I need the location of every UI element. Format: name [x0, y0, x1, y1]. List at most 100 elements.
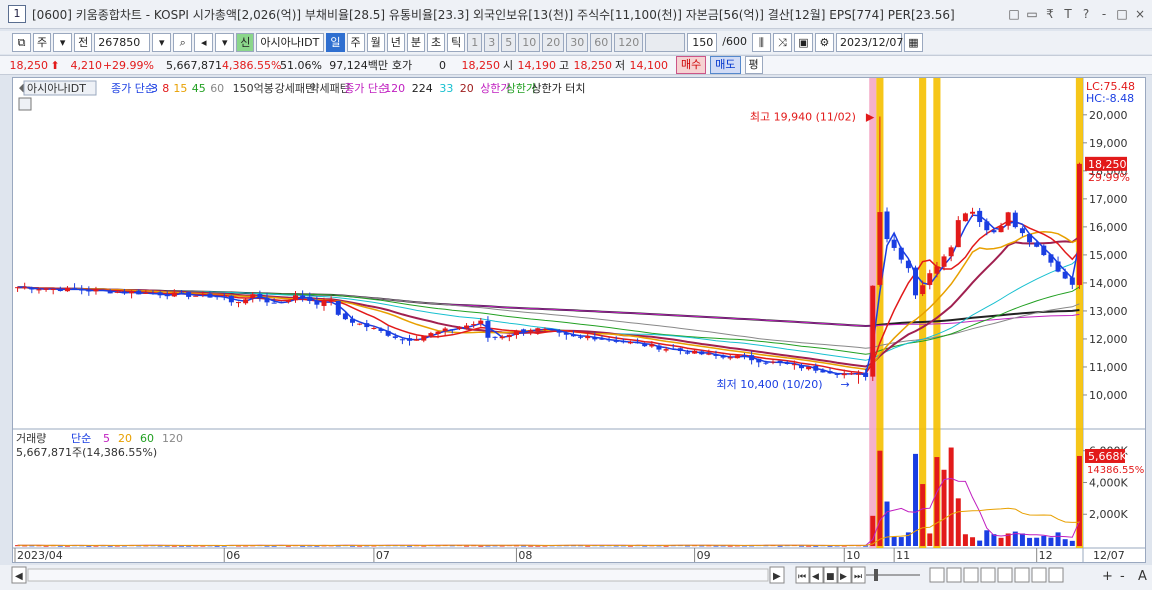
- candle-body: [877, 212, 883, 285]
- zoom-in-icon[interactable]: +: [1102, 569, 1113, 584]
- period-month[interactable]: 월: [366, 33, 385, 52]
- left-arrow-icon: ◀: [15, 571, 23, 582]
- legend-upper-touch[interactable]: 상한가 터치: [531, 82, 585, 95]
- date-input[interactable]: 2023/12/07: [835, 33, 903, 52]
- legend-ma2-224[interactable]: 224: [412, 82, 433, 95]
- buy-button[interactable]: 매수: [676, 56, 707, 74]
- calendar-icon[interactable]: ▦: [903, 33, 923, 52]
- drawing-icon[interactable]: ⤨: [772, 33, 792, 52]
- minimize-icon[interactable]: -: [1096, 6, 1112, 22]
- chevron-down-icon[interactable]: ▾: [152, 33, 172, 52]
- search-icon[interactable]: ⌕: [173, 33, 193, 52]
- candle-body: [456, 327, 462, 329]
- chart-window: 1 [0600] 키움종합차트 - KOSPI 시가총액[2,026(억)] 부…: [0, 0, 1152, 590]
- candle-icon[interactable]: ⫼: [751, 33, 771, 52]
- candle-body: [820, 370, 826, 373]
- volume-ma-5[interactable]: 5: [103, 432, 110, 445]
- volume-ma-120[interactable]: 120: [162, 432, 183, 445]
- volume-ma-20[interactable]: 20: [118, 432, 132, 445]
- period-minute[interactable]: 분: [406, 33, 425, 52]
- legend-stock-name: 아시아나IDT: [27, 82, 86, 95]
- zoom-out-icon[interactable]: -: [1120, 569, 1125, 584]
- interval-20[interactable]: 20: [542, 33, 565, 52]
- legend-ma-45[interactable]: 45: [192, 82, 206, 95]
- restore-icon[interactable]: □: [1006, 6, 1022, 22]
- interval-30[interactable]: 30: [566, 33, 589, 52]
- date-label: 09: [697, 549, 711, 562]
- help-icon[interactable]: ?: [1078, 6, 1094, 22]
- legend-ma-label[interactable]: 종가 단순: [111, 82, 155, 95]
- legend-ma-15[interactable]: 15: [173, 82, 187, 95]
- candle-body: [129, 291, 135, 294]
- candle-body: [848, 373, 854, 375]
- period-week[interactable]: 주: [346, 33, 365, 52]
- interval-5[interactable]: 5: [501, 33, 517, 52]
- type-select[interactable]: 주: [33, 33, 52, 52]
- legend-ma-8[interactable]: 8: [162, 82, 169, 95]
- period-second[interactable]: 초: [427, 33, 446, 52]
- interval-1[interactable]: 1: [467, 33, 483, 52]
- interval-120[interactable]: 120: [614, 33, 644, 52]
- period-day[interactable]: 일: [326, 33, 345, 52]
- gear-icon[interactable]: ⚙: [814, 33, 834, 52]
- legend-ma2-120[interactable]: 120: [384, 82, 405, 95]
- layout-icon[interactable]: ▭: [1024, 6, 1040, 22]
- volume-title[interactable]: 거래량: [16, 432, 46, 445]
- legend-pattern-150[interactable]: 150억봉: [233, 82, 274, 95]
- candle-body: [414, 339, 420, 341]
- horizontal-scrollbar[interactable]: [27, 568, 769, 582]
- count-input[interactable]: 150: [687, 33, 718, 52]
- chevron-down-icon[interactable]: ▾: [53, 33, 73, 52]
- legend-ma-3[interactable]: 3: [151, 82, 158, 95]
- font-size-icon[interactable]: A: [1138, 569, 1147, 584]
- save-icon[interactable]: ▣: [793, 33, 813, 52]
- lock-icon[interactable]: [997, 567, 1013, 583]
- open-price: 14,190: [517, 58, 557, 72]
- table-icon[interactable]: [18, 97, 32, 111]
- legend-ma2-label[interactable]: 종가 단순: [344, 82, 388, 95]
- custom-interval-input[interactable]: [645, 33, 686, 52]
- volume-bar: [891, 536, 897, 546]
- candle-body: [834, 373, 840, 375]
- period-tick[interactable]: 틱: [447, 33, 466, 52]
- maximize-icon[interactable]: □: [1114, 6, 1130, 22]
- zoom-slider-handle[interactable]: [874, 569, 878, 581]
- price-chart-svg[interactable]: ◆ 아시아나IDT 종가 단순3 8 15 45 60 150억봉 강세패턴약세패턴종가 단…: [13, 78, 1145, 562]
- volume-ma-label[interactable]: 단순: [71, 432, 91, 445]
- legend-ma2-33[interactable]: 33: [439, 82, 453, 95]
- pin-icon[interactable]: ₹: [1042, 6, 1058, 22]
- candle-body: [856, 373, 862, 375]
- print-icon[interactable]: [1031, 567, 1047, 583]
- candle-body: [806, 366, 812, 370]
- text-icon[interactable]: T: [1060, 6, 1076, 22]
- interval-10[interactable]: 10: [518, 33, 541, 52]
- volume-ma-60[interactable]: 60: [140, 432, 154, 445]
- scale-icon[interactable]: [1014, 567, 1030, 583]
- candle-body: [93, 289, 99, 292]
- legend-ma2-20[interactable]: 20: [460, 82, 474, 95]
- interval-60[interactable]: 60: [590, 33, 613, 52]
- candle-body: [143, 292, 149, 294]
- chevron-down-icon[interactable]: ▾: [215, 33, 235, 52]
- prev-button[interactable]: 전: [74, 33, 93, 52]
- screen-icon[interactable]: [963, 567, 979, 583]
- close-icon[interactable]: ×: [1132, 6, 1148, 22]
- period-year[interactable]: 년: [386, 33, 405, 52]
- stock-code-input[interactable]: 267850: [94, 33, 151, 52]
- move-icon[interactable]: [980, 567, 996, 583]
- legend-ma-60[interactable]: 60: [210, 82, 224, 95]
- candle-body: [100, 289, 106, 291]
- chart-area[interactable]: ◆ 아시아나IDT 종가 단순 3 8 15 45 60 150억봉 강세패턴 약세패턴 종가 단…: [12, 77, 1146, 563]
- layers-icon[interactable]: [946, 567, 962, 583]
- candle-body: [164, 294, 170, 297]
- refresh-icon[interactable]: [1048, 567, 1064, 583]
- speaker-icon[interactable]: ◂: [194, 33, 214, 52]
- table-icon[interactable]: [929, 567, 945, 583]
- candle-body: [79, 289, 85, 291]
- sell-button[interactable]: 매도: [710, 56, 741, 74]
- candle-body: [428, 333, 434, 337]
- interval-3[interactable]: 3: [484, 33, 500, 52]
- candle-body: [150, 293, 156, 295]
- menu-icon[interactable]: ⧉: [12, 33, 31, 52]
- flat-button[interactable]: 평: [744, 56, 763, 74]
